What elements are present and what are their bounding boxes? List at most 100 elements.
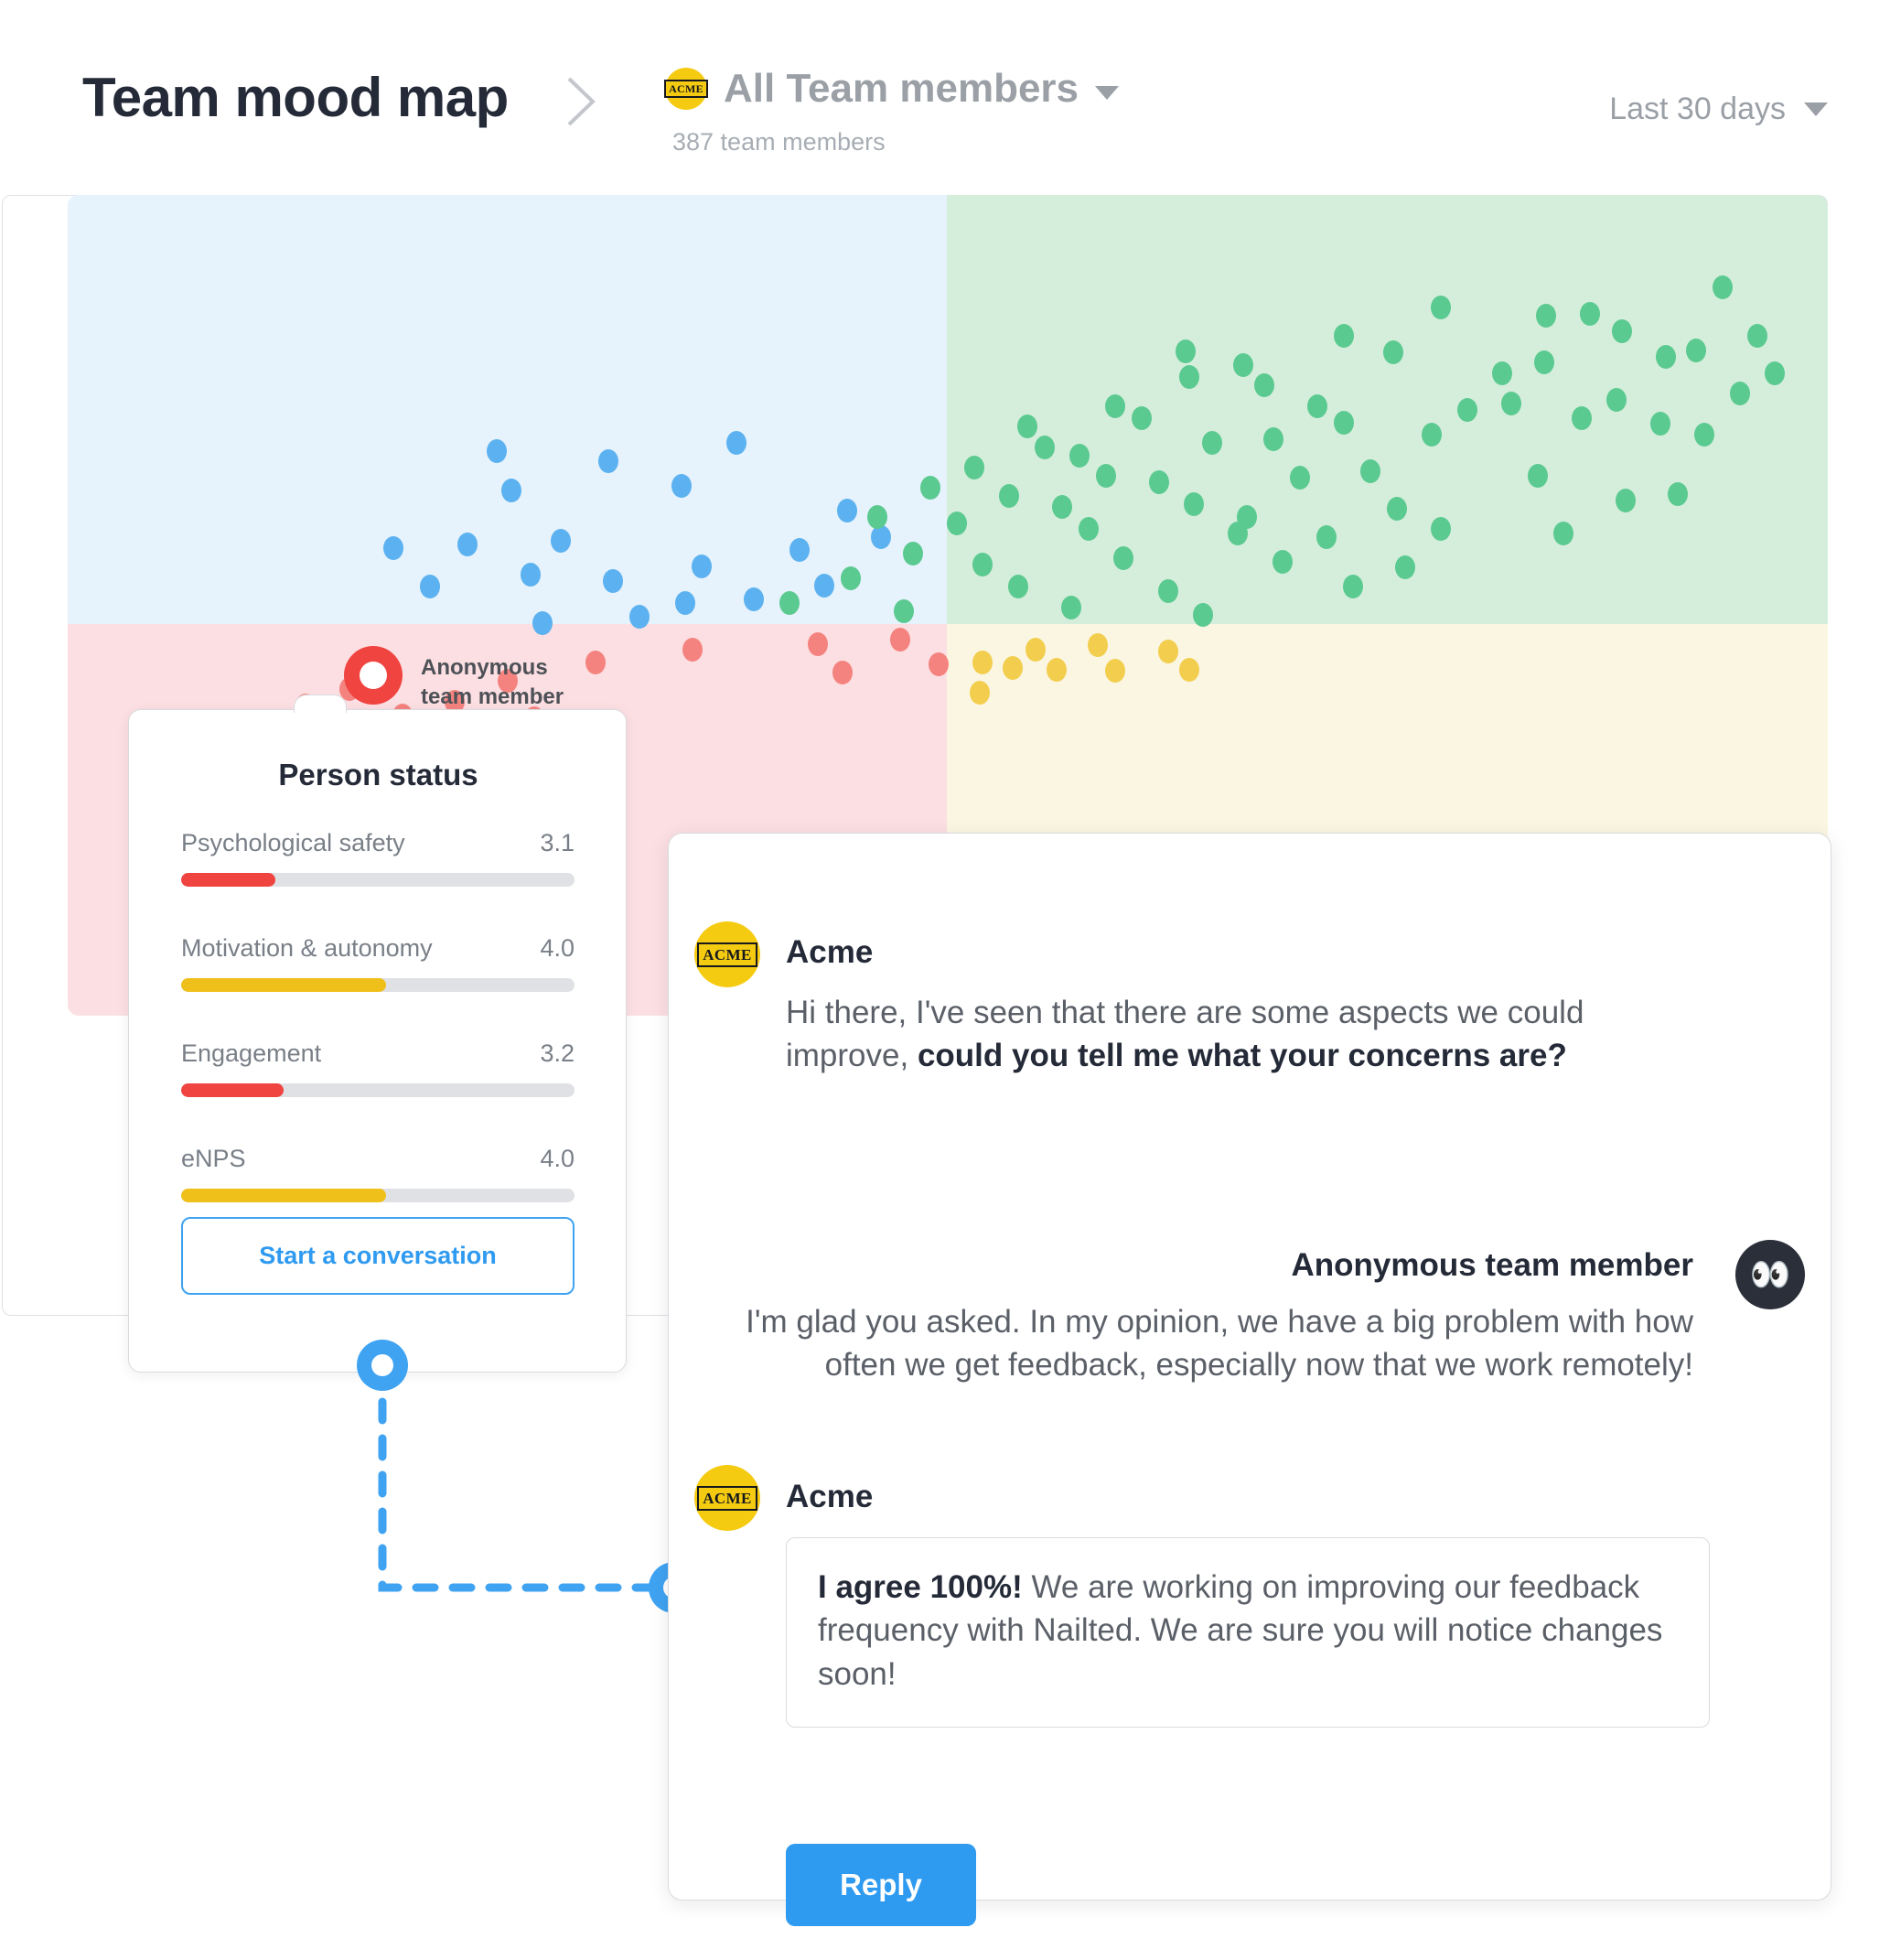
chevron-right-icon: [562, 75, 602, 128]
acme-logo-icon: ACME: [664, 68, 708, 110]
date-range-label: Last 30 days: [1609, 92, 1786, 126]
scatter-dot[interactable]: [1430, 517, 1451, 542]
scatter-dot[interactable]: [1712, 275, 1733, 299]
scatter-dot[interactable]: [1003, 655, 1024, 680]
scatter-dot[interactable]: [1307, 393, 1328, 418]
scatter-dot[interactable]: [550, 528, 571, 553]
scatter-dot[interactable]: [1492, 361, 1513, 385]
scatter-dot[interactable]: [789, 537, 811, 562]
scatter-dot[interactable]: [1289, 465, 1310, 490]
team-name: All Team members: [724, 66, 1079, 111]
scatter-dot[interactable]: [837, 498, 858, 522]
scatter-dot[interactable]: [902, 542, 923, 566]
chevron-down-icon: [1804, 102, 1828, 116]
scatter-dot[interactable]: [1034, 435, 1055, 459]
scatter-dot[interactable]: [1157, 578, 1178, 603]
scatter-dot[interactable]: [1685, 338, 1706, 362]
scatter-dot[interactable]: [1052, 495, 1073, 520]
scatter-dot[interactable]: [1113, 545, 1134, 570]
quadrant-top-right: [947, 195, 1828, 624]
scatter-dot[interactable]: [521, 562, 541, 587]
metric-value: 4.0: [540, 1145, 575, 1172]
metric-bar-track: [181, 1189, 575, 1202]
metric-row: Motivation & autonomy 4.0: [181, 934, 575, 992]
metric-row: Psychological safety 3.1: [181, 829, 575, 887]
scatter-dot[interactable]: [919, 476, 940, 501]
chat-sender-name: Acme: [786, 934, 874, 970]
scatter-dot[interactable]: [832, 661, 853, 685]
scatter-dot[interactable]: [1087, 632, 1108, 657]
scatter-dot[interactable]: [1078, 517, 1099, 542]
scatter-dot[interactable]: [1527, 463, 1548, 488]
chat-message-text: Hi there, I've seen that there are some …: [786, 991, 1701, 1078]
scatter-dot[interactable]: [1430, 296, 1451, 320]
anonymous-member-marker[interactable]: Anonymous team member: [344, 646, 618, 710]
scatter-dot[interactable]: [893, 598, 914, 623]
scatter-dot[interactable]: [1178, 657, 1199, 682]
scatter-dot[interactable]: [1315, 525, 1337, 550]
scatter-dot[interactable]: [1571, 406, 1592, 431]
scatter-dot[interactable]: [1060, 595, 1081, 619]
chevron-down-icon: [1095, 85, 1120, 100]
card-notch: [294, 695, 347, 713]
page-title: Team mood map: [82, 67, 509, 128]
scatter-dot[interactable]: [1456, 398, 1477, 423]
scatter-dot[interactable]: [382, 535, 403, 560]
anonymous-member-label: Anonymous team member: [421, 655, 564, 709]
scatter-dot[interactable]: [946, 512, 967, 535]
scatter-dot[interactable]: [691, 554, 712, 578]
scatter-dot[interactable]: [1272, 550, 1293, 575]
scatter-dot[interactable]: [1729, 382, 1750, 406]
scatter-dot[interactable]: [870, 525, 891, 550]
scatter-dot[interactable]: [597, 448, 618, 473]
metric-bar-track: [181, 978, 575, 992]
conversation-panel: ACME Acme Hi there, I've seen that there…: [668, 833, 1831, 1926]
reply-button[interactable]: Reply: [786, 1844, 976, 1926]
scatter-dot[interactable]: [1007, 575, 1028, 599]
chat-reply-box[interactable]: I agree 100%! We are working on improvin…: [786, 1537, 1710, 1728]
scatter-dot[interactable]: [1178, 365, 1199, 390]
scatter-dot[interactable]: [1500, 392, 1521, 416]
scatter-dot[interactable]: [1131, 406, 1152, 431]
scatter-dot[interactable]: [1650, 411, 1671, 436]
scatter-dot[interactable]: [744, 587, 765, 611]
eyes-emoji-glyph: 👀: [1749, 1255, 1791, 1293]
scatter-dot[interactable]: [1104, 659, 1125, 684]
scatter-dot[interactable]: [779, 591, 800, 615]
scatter-dot[interactable]: [1765, 361, 1786, 385]
scatter-dot[interactable]: [1047, 657, 1068, 682]
scatter-dot[interactable]: [969, 680, 990, 705]
scatter-dot[interactable]: [1148, 470, 1169, 495]
acme-logo-text: ACME: [697, 942, 757, 967]
scatter-dot[interactable]: [999, 483, 1020, 508]
scatter-dot[interactable]: [682, 638, 703, 662]
scatter-dot[interactable]: [963, 456, 984, 479]
scatter-dot[interactable]: [1175, 339, 1196, 363]
scatter-dot[interactable]: [1386, 496, 1407, 521]
scatter-dot[interactable]: [1615, 488, 1636, 512]
scatter-dot[interactable]: [1233, 352, 1254, 377]
team-member-count: 387 team members: [672, 128, 886, 156]
scatter-dot[interactable]: [867, 504, 888, 529]
date-range-picker[interactable]: Last 30 days: [1609, 92, 1828, 127]
scatter-dot[interactable]: [1201, 431, 1222, 456]
scatter-dot[interactable]: [1382, 340, 1403, 365]
team-selector[interactable]: ACME All Team members: [664, 66, 1120, 112]
start-conversation-button[interactable]: Start a conversation: [181, 1217, 575, 1295]
scatter-dot[interactable]: [1342, 575, 1363, 599]
scatter-dot[interactable]: [1016, 415, 1037, 439]
scatter-dot[interactable]: [1104, 393, 1125, 418]
scatter-dot[interactable]: [456, 533, 478, 557]
metric-bar-track: [181, 873, 575, 887]
scatter-dot[interactable]: [1157, 639, 1178, 663]
page-header: Team mood map ACME All Team members 387 …: [0, 0, 1890, 183]
metric-bar-fill: [181, 1083, 284, 1097]
scatter-dot[interactable]: [1655, 344, 1676, 369]
scatter-dot[interactable]: [807, 631, 828, 656]
mood-map-screen: Team mood map ACME All Team members 387 …: [0, 0, 1890, 1960]
scatter-dot[interactable]: [500, 479, 521, 503]
scatter-dot[interactable]: [1262, 426, 1283, 451]
scatter-dot[interactable]: [1096, 463, 1117, 488]
scatter-dot[interactable]: [1333, 410, 1354, 435]
scatter-dot[interactable]: [1611, 319, 1632, 344]
